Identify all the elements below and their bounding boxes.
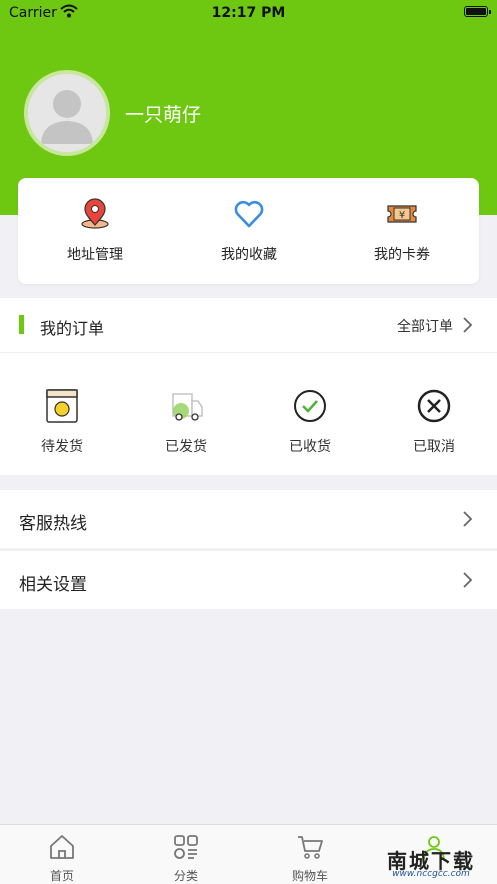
- chevron-right-icon: [463, 572, 473, 588]
- order-status-pending-shipment[interactable]: 待发货: [0, 380, 124, 460]
- my-orders-section: 我的订单 全部订单 待发货 已发货 已收货 已取消: [0, 298, 497, 475]
- delivery-truck-icon: [172, 393, 203, 421]
- avatar[interactable]: [24, 70, 110, 156]
- cancelled-label: 已取消: [413, 439, 455, 455]
- tab-cart-label: 购物车: [291, 869, 328, 883]
- chevron-right-icon[interactable]: [461, 317, 473, 333]
- quick-links-card: 地址管理 我的收藏 ¥ 我的卡券: [18, 178, 479, 284]
- order-status-received[interactable]: 已收货: [248, 380, 372, 460]
- username[interactable]: 一只萌仔: [125, 100, 201, 127]
- section-accent-bar: [19, 315, 24, 334]
- tab-home-label: 首页: [49, 869, 74, 883]
- pending-shipment-label: 待发货: [41, 439, 83, 455]
- shopping-cart-icon: [298, 836, 323, 859]
- customer-service-label: 客服热线: [19, 514, 87, 534]
- status-bar: Carrier 12:17 PM: [0, 0, 497, 26]
- my-orders-title: 我的订单: [40, 319, 105, 338]
- coupons-label: 我的卡券: [374, 247, 430, 263]
- tab-cart[interactable]: 购物车: [248, 825, 372, 884]
- chevron-right-icon: [463, 511, 473, 527]
- settings-label: 相关设置: [19, 575, 87, 595]
- default-avatar-icon: [28, 74, 106, 152]
- favorites-label: 我的收藏: [221, 247, 277, 263]
- battery-icon: [464, 6, 491, 17]
- tab-category-label: 分类: [173, 869, 198, 883]
- category-grid-icon: [174, 835, 198, 859]
- address-management-link[interactable]: 地址管理: [18, 178, 172, 284]
- check-circle-icon: [294, 390, 326, 422]
- received-label: 已收货: [289, 439, 331, 455]
- coupon-ticket-icon: ¥: [387, 205, 417, 223]
- home-icon: [50, 835, 74, 859]
- my-orders-header: 我的订单 全部订单: [0, 298, 497, 353]
- all-orders-link[interactable]: 全部订单: [397, 316, 453, 336]
- order-status-shipped[interactable]: 已发货: [124, 380, 248, 460]
- location-pin-icon: [81, 198, 109, 229]
- tab-home[interactable]: 首页: [0, 825, 124, 884]
- shipped-label: 已发货: [165, 439, 207, 455]
- coupons-link[interactable]: ¥ 我的卡券: [325, 178, 479, 284]
- cancel-circle-icon: [417, 389, 451, 423]
- settings-row[interactable]: 相关设置: [0, 551, 497, 609]
- customer-service-row[interactable]: 客服热线: [0, 490, 497, 548]
- pending-shipment-icon: [46, 389, 78, 423]
- clock: 12:17 PM: [211, 5, 286, 21]
- watermark: 南城下载 www.nccgcc.com: [372, 845, 490, 883]
- favorites-link[interactable]: 我的收藏: [172, 178, 326, 284]
- svg-text:¥: ¥: [399, 210, 405, 221]
- tab-category[interactable]: 分类: [124, 825, 248, 884]
- heart-icon: [234, 200, 264, 228]
- address-management-label: 地址管理: [67, 247, 123, 263]
- watermark-url: www.nccgcc.com: [392, 869, 470, 879]
- order-status-cancelled[interactable]: 已取消: [372, 380, 496, 460]
